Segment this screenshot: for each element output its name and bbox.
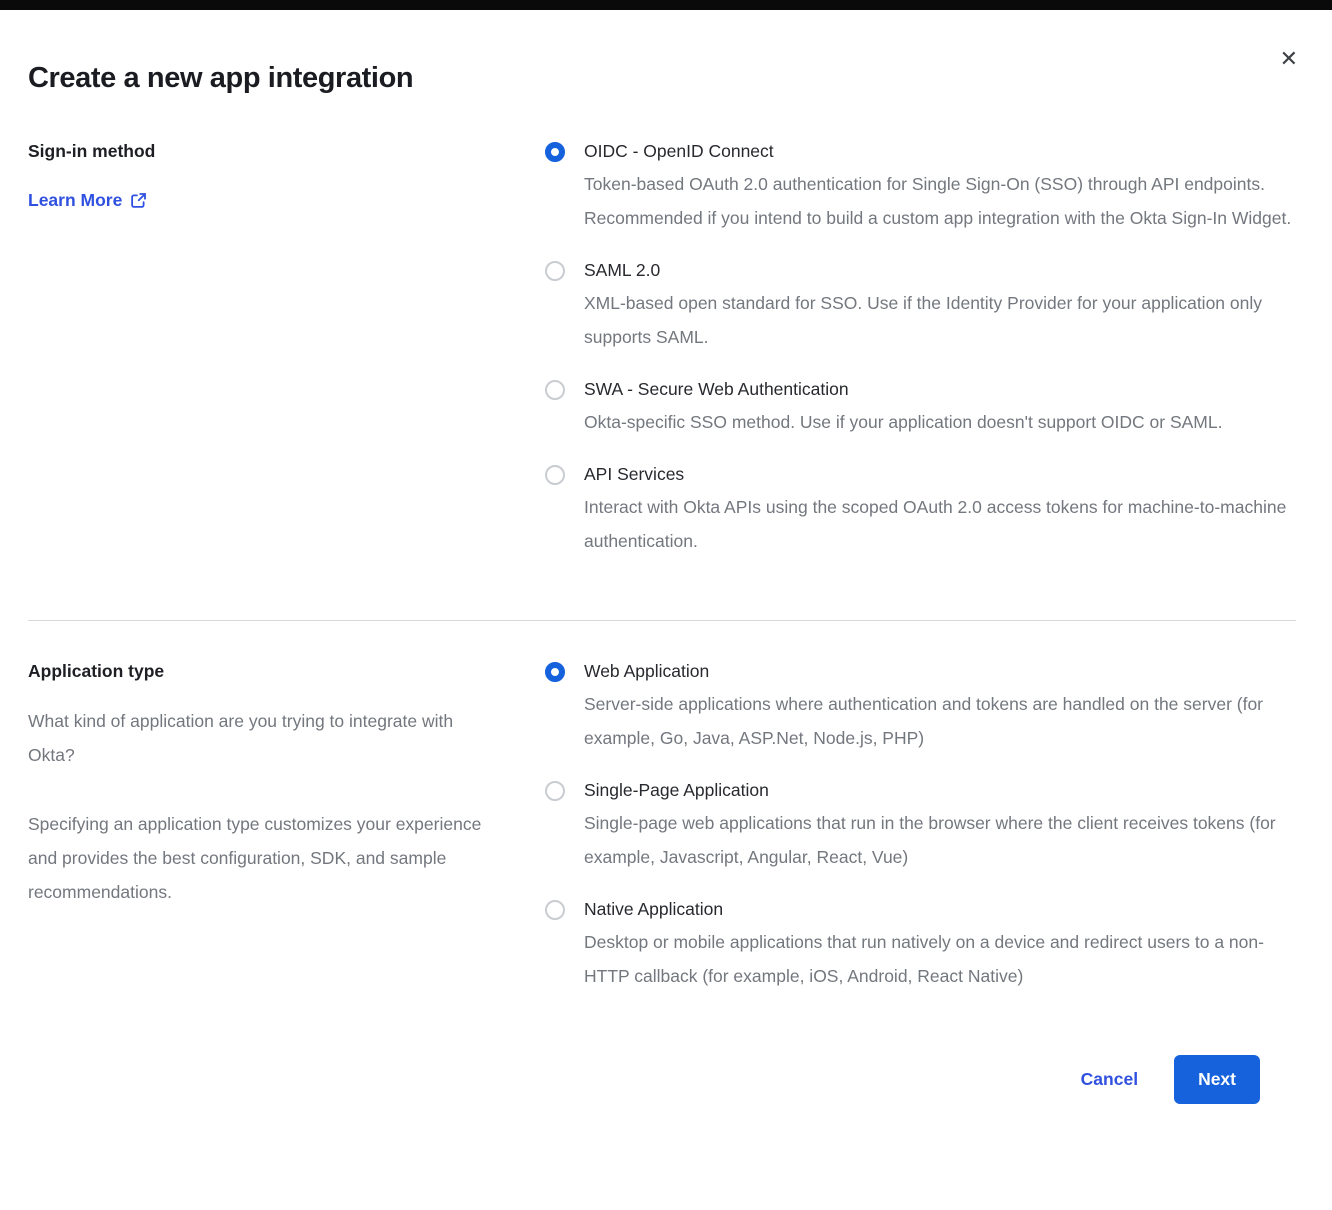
signin-method-options: OIDC - OpenID Connect Token-based OAuth … — [545, 141, 1296, 558]
option-label: SAML 2.0 — [584, 260, 1296, 281]
application-type-question: What kind of application are you trying … — [28, 704, 500, 772]
radio-option-api-services[interactable]: API Services Interact with Okta APIs usi… — [545, 464, 1296, 558]
radio-button-swa[interactable] — [545, 380, 565, 400]
radio-option-swa[interactable]: SWA - Secure Web Authentication Okta-spe… — [545, 379, 1296, 439]
signin-method-section: Sign-in method Learn More OIDC - OpenID … — [28, 141, 1296, 558]
learn-more-link[interactable]: Learn More — [28, 190, 147, 211]
option-description: Token-based OAuth 2.0 authentication for… — [584, 167, 1296, 235]
option-label: Web Application — [584, 661, 1296, 682]
radio-button-native-application[interactable] — [545, 900, 565, 920]
option-label: OIDC - OpenID Connect — [584, 141, 1296, 162]
radio-button-single-page-application[interactable] — [545, 781, 565, 801]
application-type-explainer: Specifying an application type customize… — [28, 807, 500, 909]
page-title: Create a new app integration — [28, 10, 1296, 95]
application-type-section: Application type What kind of applicatio… — [28, 661, 1296, 993]
dialog-footer: Cancel Next — [28, 1055, 1296, 1104]
application-type-options: Web Application Server-side applications… — [545, 661, 1296, 993]
signin-method-heading: Sign-in method — [28, 141, 545, 161]
option-description: Single-page web applications that run in… — [584, 806, 1296, 874]
option-description: XML-based open standard for SSO. Use if … — [584, 286, 1296, 354]
radio-option-saml[interactable]: SAML 2.0 XML-based open standard for SSO… — [545, 260, 1296, 354]
learn-more-label: Learn More — [28, 190, 122, 211]
radio-option-native-application[interactable]: Native Application Desktop or mobile app… — [545, 899, 1296, 993]
radio-button-api-services[interactable] — [545, 465, 565, 485]
application-type-heading: Application type — [28, 661, 545, 681]
option-label: SWA - Secure Web Authentication — [584, 379, 1222, 400]
signin-method-left-column: Sign-in method Learn More — [28, 141, 545, 558]
window-top-border — [0, 0, 1332, 10]
create-app-integration-dialog: ✕ Create a new app integration Sign-in m… — [0, 10, 1332, 1104]
application-type-left-column: Application type What kind of applicatio… — [28, 661, 545, 993]
option-description: Desktop or mobile applications that run … — [584, 925, 1296, 993]
close-icon[interactable]: ✕ — [1280, 48, 1298, 70]
radio-option-single-page-application[interactable]: Single-Page Application Single-page web … — [545, 780, 1296, 874]
external-link-icon — [130, 192, 147, 209]
option-description: Okta-specific SSO method. Use if your ap… — [584, 405, 1222, 439]
option-label: Native Application — [584, 899, 1296, 920]
radio-button-oidc[interactable] — [545, 142, 565, 162]
radio-button-saml[interactable] — [545, 261, 565, 281]
cancel-button[interactable]: Cancel — [1081, 1069, 1138, 1090]
radio-option-oidc[interactable]: OIDC - OpenID Connect Token-based OAuth … — [545, 141, 1296, 235]
next-button[interactable]: Next — [1174, 1055, 1260, 1104]
option-description: Server-side applications where authentic… — [584, 687, 1296, 755]
radio-option-web-application[interactable]: Web Application Server-side applications… — [545, 661, 1296, 755]
radio-button-web-application[interactable] — [545, 662, 565, 682]
option-label: Single-Page Application — [584, 780, 1296, 801]
option-description: Interact with Okta APIs using the scoped… — [584, 490, 1296, 558]
option-label: API Services — [584, 464, 1296, 485]
section-divider — [28, 620, 1296, 621]
